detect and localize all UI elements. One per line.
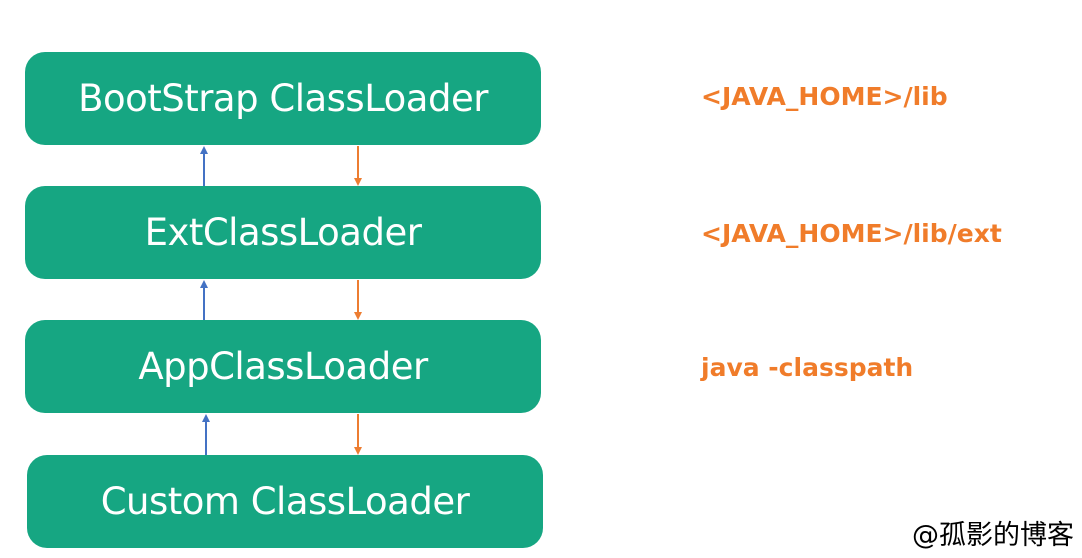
watermark: @孤影的博客: [912, 520, 1074, 551]
delegation-arrows: [200, 146, 362, 455]
